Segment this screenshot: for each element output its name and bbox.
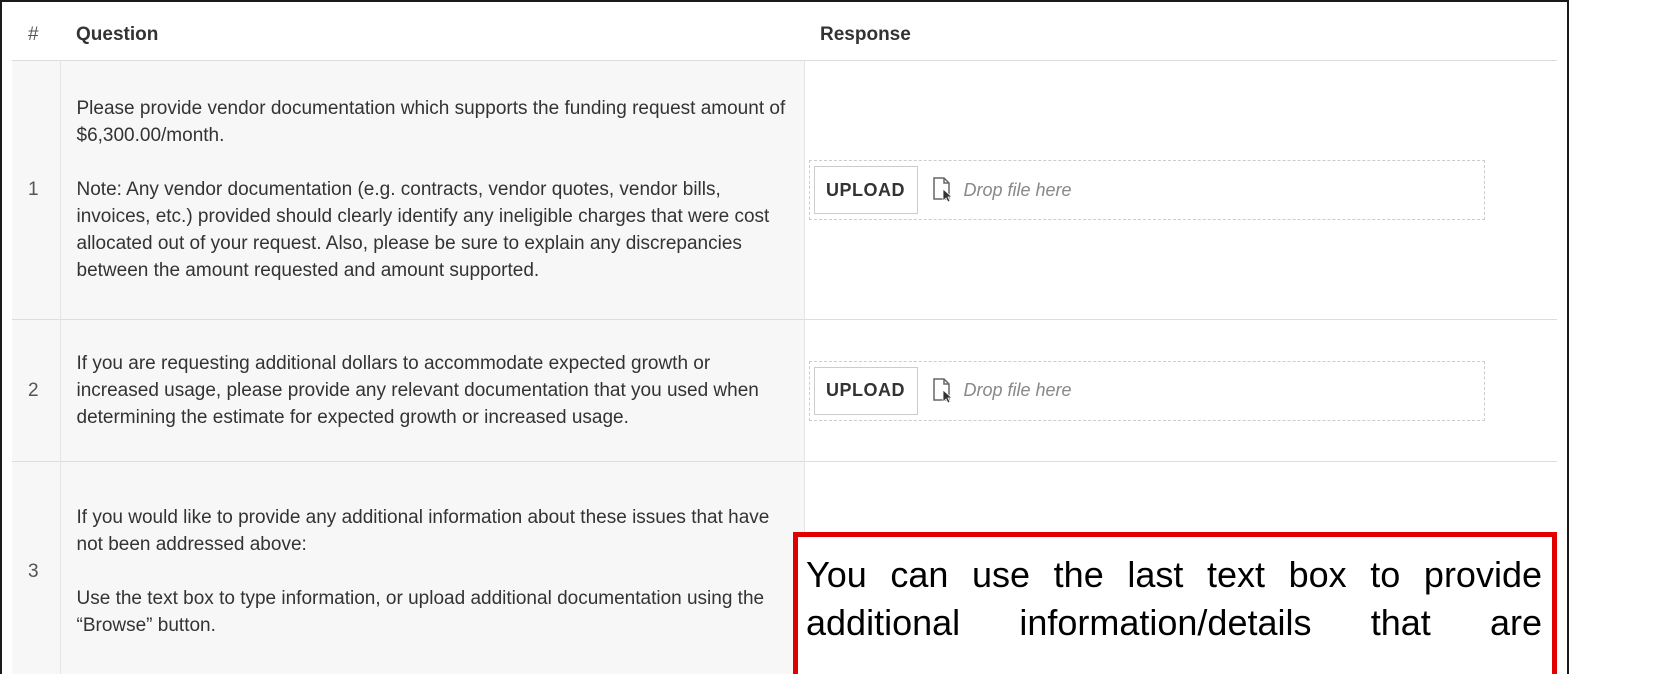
- annotation-callout: You can use the last text box to provide…: [793, 532, 1557, 674]
- table-row: 1 Please provide vendor documentation wh…: [12, 60, 1557, 320]
- question-paragraph: Please provide vendor documentation whic…: [76, 97, 786, 146]
- row-number: 1: [12, 60, 60, 320]
- upload-button[interactable]: UPLOAD: [813, 166, 918, 214]
- table-row: 2 If you are requesting additional dolla…: [12, 319, 1557, 462]
- row-number: 3: [12, 461, 60, 674]
- file-dropzone[interactable]: UPLOAD Drop file here: [808, 360, 1485, 421]
- drop-file-placeholder: Drop file here: [963, 179, 1072, 200]
- question-text: If you are requesting additional dollars…: [59, 319, 805, 462]
- response-cell: UPLOAD Drop file here: [804, 60, 1557, 320]
- file-drop-icon: [932, 177, 954, 203]
- question-paragraph: Note: Any vendor documentation (e.g. con…: [76, 178, 770, 281]
- response-column-header: Response: [804, 10, 1557, 61]
- question-text: Please provide vendor documentation whic…: [59, 60, 805, 320]
- file-dropzone[interactable]: UPLOAD Drop file here: [808, 160, 1485, 220]
- row-number: 2: [12, 319, 60, 462]
- question-column-header: Question: [60, 10, 804, 61]
- response-cell: UPLOAD Drop file here: [804, 319, 1557, 462]
- table-header-row: # Question Response: [12, 10, 1557, 61]
- question-paragraph: If you would like to provide any additio…: [76, 507, 770, 556]
- file-drop-icon: [932, 377, 954, 404]
- drop-file-placeholder: Drop file here: [963, 380, 1072, 400]
- question-text: If you would like to provide any additio…: [59, 461, 805, 674]
- number-column-header: #: [12, 10, 60, 61]
- screenshot-frame: # Question Response 1 Please provide ven…: [0, 0, 1569, 674]
- question-paragraph: Use the text box to type information, or…: [76, 588, 765, 637]
- question-paragraph: If you are requesting additional dollars…: [76, 353, 759, 428]
- upload-button[interactable]: UPLOAD: [813, 366, 918, 415]
